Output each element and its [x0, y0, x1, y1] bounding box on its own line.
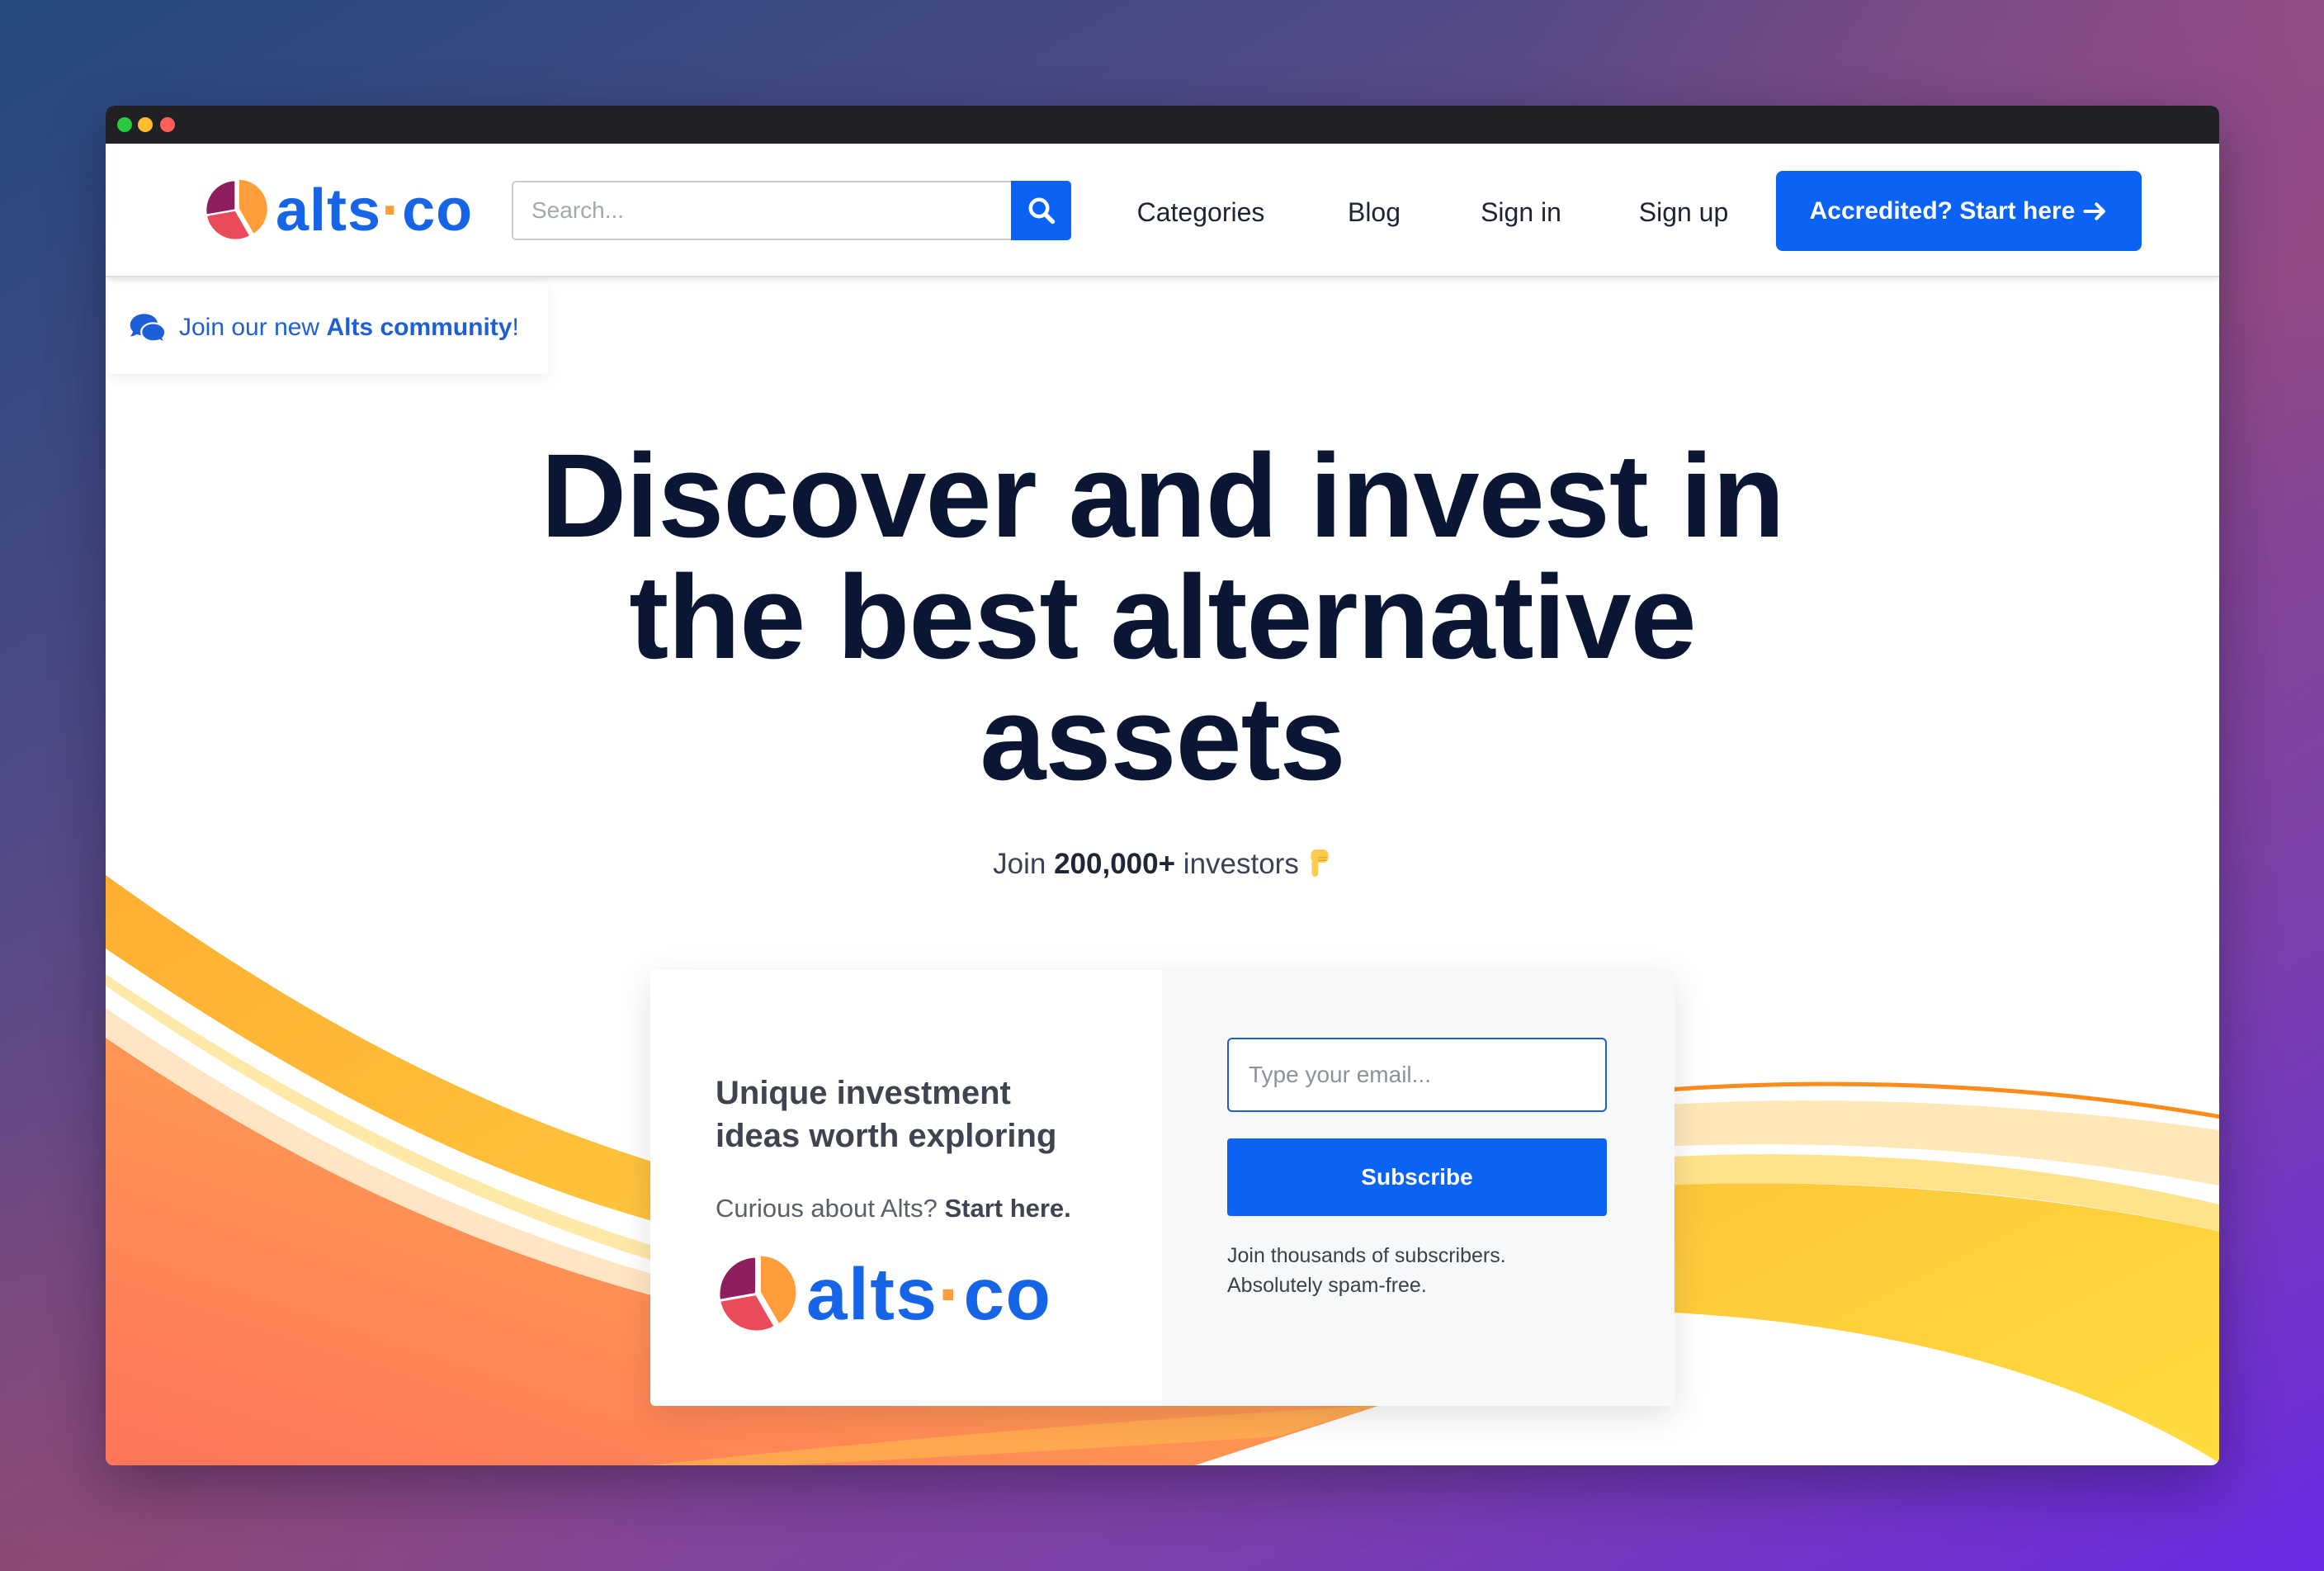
browser-titlebar [106, 106, 2219, 144]
signup-card-heading: Unique investment ideas worth exploring [716, 1072, 1056, 1157]
hero-heading-line: Discover and invest in [541, 429, 1785, 562]
hero-subtitle: Join 200,000+ investors [106, 844, 2219, 885]
signup-card-info-panel: Unique investment ideas worth exploring … [650, 970, 1162, 1406]
subscribe-note: Join thousands of subscribers. Absolutel… [1227, 1241, 1506, 1300]
email-field[interactable] [1227, 1038, 1607, 1112]
yellow-window-dot[interactable] [138, 117, 153, 132]
accredited-start-here-button[interactable]: Accredited? Start here [1776, 171, 2142, 251]
pointing-down-hand-icon [1311, 849, 1329, 877]
subscribe-button[interactable]: Subscribe [1227, 1138, 1607, 1216]
pie-chart-logo-icon [205, 177, 268, 241]
signup-card-prompt-text: Curious about Alts? [716, 1194, 945, 1223]
search-button[interactable] [1011, 181, 1071, 240]
logo-text-part2: co [963, 1252, 1052, 1335]
signup-card-heading-line: Unique investment [716, 1075, 1011, 1111]
arrow-right-icon [2083, 201, 2106, 220]
signup-card-logo: alts·co [716, 1253, 1051, 1335]
nav-blog-link[interactable]: Blog [1348, 196, 1401, 229]
signup-card-prompt: Curious about Alts? Start here. [716, 1190, 1071, 1227]
logo-text-part2: co [402, 177, 474, 244]
nav-categories-link[interactable]: Categories [1137, 196, 1265, 229]
pie-chart-logo-icon [717, 1253, 797, 1333]
chat-bubbles-icon [130, 314, 167, 343]
search-icon [1028, 197, 1055, 225]
green-window-dot[interactable] [117, 117, 132, 132]
hero-heading: Discover and invest in the best alternat… [106, 435, 2219, 799]
hero-subtitle-suffix: investors [1175, 848, 1299, 880]
logo-text-part1: alts [276, 177, 382, 244]
signup-card-heading-line: ideas worth exploring [716, 1118, 1057, 1154]
logo-separator: · [381, 177, 403, 244]
hero-heading-line: assets [980, 672, 1345, 805]
start-here-link[interactable]: Start here. [944, 1194, 1070, 1223]
search-input[interactable] [512, 181, 1011, 240]
red-window-dot[interactable] [160, 117, 175, 132]
logo-text-part1: alts [806, 1252, 938, 1335]
subscribe-note-line: Absolutely spam-free. [1227, 1274, 1427, 1297]
cta-label: Accredited? Start here [1809, 196, 2076, 225]
community-banner[interactable]: Join our new Alts community! [108, 282, 548, 374]
logo-wordmark: alts·co [276, 181, 473, 240]
nav-sign-in-link[interactable]: Sign in [1481, 196, 1561, 229]
logo-separator: · [938, 1252, 964, 1335]
subscribe-note-line: Join thousands of subscribers. [1227, 1244, 1506, 1267]
hero-heading-line: the best alternative [629, 551, 1696, 684]
hero-subtitle-prefix: Join [993, 848, 1055, 880]
browser-window: alts·co Categories Blog Sign in Sign up … [106, 106, 2219, 1465]
top-navbar: alts·co Categories Blog Sign in Sign up … [106, 144, 2219, 277]
banner-text-suffix: ! [512, 314, 519, 341]
yellow-wave-fill [1657, 1183, 2219, 1463]
search-bar [512, 181, 1071, 240]
signup-card-form-panel: Subscribe Join thousands of subscribers.… [1162, 970, 1675, 1406]
site-logo[interactable]: alts·co [203, 177, 473, 243]
logo-wordmark: alts·co [806, 1257, 1051, 1331]
alts-community-link[interactable]: Alts community [326, 314, 512, 342]
newsletter-signup-card: Unique investment ideas worth exploring … [650, 970, 1675, 1406]
nav-sign-up-link[interactable]: Sign up [1639, 196, 1729, 229]
investor-count: 200,000+ [1054, 848, 1176, 880]
banner-text-prefix: Join our new [179, 314, 327, 341]
page-content: alts·co Categories Blog Sign in Sign up … [106, 144, 2219, 1465]
